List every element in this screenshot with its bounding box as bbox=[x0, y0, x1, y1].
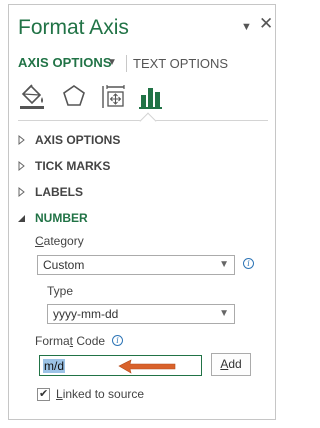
collapse-arrow-icon bbox=[18, 215, 25, 222]
section-label: LABELS bbox=[35, 185, 83, 199]
axis-options-chart-icon[interactable] bbox=[137, 83, 167, 111]
type-label: Type bbox=[47, 284, 74, 298]
format-axis-pane: Format Axis ▼ ✕ AXIS OPTIONS ▼ TEXT OPTI… bbox=[8, 4, 276, 420]
pane-options-dropdown-icon[interactable]: ▼ bbox=[241, 21, 252, 33]
section-label: AXIS OPTIONS bbox=[35, 133, 121, 147]
section-label: NUMBER bbox=[35, 211, 88, 225]
add-button[interactable]: Add bbox=[211, 353, 251, 376]
format-code-value: m/d bbox=[43, 359, 66, 373]
callout-arrow-icon bbox=[118, 359, 176, 374]
tab-axis-options[interactable]: AXIS OPTIONS bbox=[18, 55, 112, 70]
linked-to-source-checkbox[interactable]: ✔ bbox=[37, 388, 50, 401]
expand-arrow-icon bbox=[18, 160, 25, 172]
format-code-label: Format Code bbox=[35, 334, 106, 348]
expand-arrow-icon bbox=[18, 134, 25, 146]
type-value: yyyy-mm-dd bbox=[53, 307, 119, 321]
type-select[interactable]: yyyy-mm-dd ▼ bbox=[47, 304, 235, 324]
tab-separator bbox=[126, 55, 127, 72]
pane-title: Format Axis bbox=[18, 16, 129, 39]
category-select[interactable]: Custom ▼ bbox=[37, 255, 235, 275]
chevron-down-icon: ▼ bbox=[219, 308, 229, 319]
linked-to-source-label: Linked to source bbox=[56, 387, 145, 401]
info-icon[interactable]: i bbox=[112, 335, 123, 346]
close-icon[interactable]: ✕ bbox=[259, 15, 273, 32]
checkmark-icon: ✔ bbox=[39, 388, 49, 400]
size-properties-icon[interactable] bbox=[98, 83, 128, 111]
fill-line-icon[interactable] bbox=[18, 83, 48, 111]
effects-pentagon-icon[interactable] bbox=[59, 83, 89, 111]
tab-text-options[interactable]: TEXT OPTIONS bbox=[133, 56, 228, 71]
category-label: Category bbox=[35, 234, 84, 248]
chevron-down-icon[interactable]: ▼ bbox=[107, 57, 117, 68]
info-icon[interactable]: i bbox=[243, 258, 254, 269]
chevron-down-icon: ▼ bbox=[219, 259, 229, 270]
selected-tab-notch bbox=[139, 112, 157, 130]
category-value: Custom bbox=[43, 258, 85, 272]
expand-arrow-icon bbox=[18, 186, 25, 198]
section-label: TICK MARKS bbox=[35, 159, 111, 173]
